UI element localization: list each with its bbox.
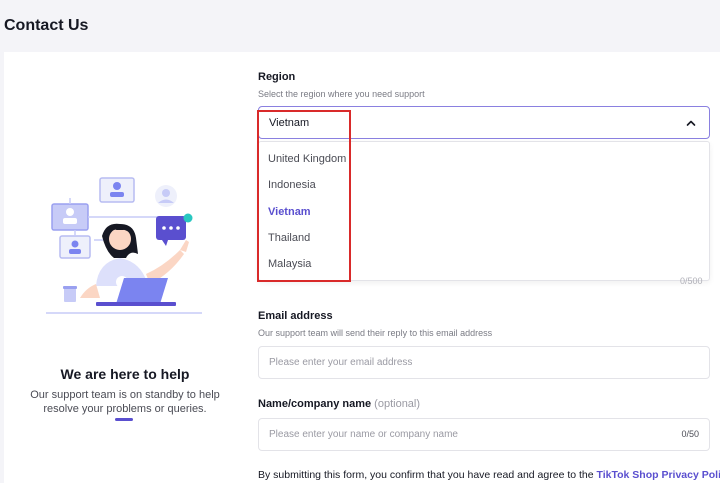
name-placeholder: Please enter your name or company name xyxy=(269,429,458,440)
region-option-malaysia[interactable]: Malaysia xyxy=(268,258,311,270)
consent-text: By submitting this form, you confirm tha… xyxy=(258,469,720,481)
name-optional-tag: (optional) xyxy=(374,398,421,410)
name-field[interactable]: Please enter your name or company name 0… xyxy=(258,418,710,451)
privacy-policy-link[interactable]: TikTok Shop Privacy Policy xyxy=(597,469,720,481)
region-select[interactable]: Vietnam xyxy=(258,106,710,139)
name-char-counter: 0/50 xyxy=(681,429,699,439)
page-title: Contact Us xyxy=(4,17,89,34)
region-option-thailand[interactable]: Thailand xyxy=(268,232,310,244)
coffee-cup-icon xyxy=(63,286,77,302)
description-counter: 0/500 xyxy=(680,276,703,286)
help-text: Our support team is on standby to help r… xyxy=(30,389,220,415)
region-selected-value: Vietnam xyxy=(269,117,310,129)
avatar-icon xyxy=(155,185,177,207)
help-title: We are here to help xyxy=(60,366,190,382)
email-placeholder: Please enter your email address xyxy=(269,357,413,368)
page-header: Contact Us xyxy=(0,0,720,52)
region-option-indonesia[interactable]: Indonesia xyxy=(268,179,316,191)
help-underline-decoration xyxy=(115,418,133,421)
support-illustration xyxy=(46,177,202,314)
email-label: Email address xyxy=(258,310,333,322)
region-sublabel: Select the region where you need support xyxy=(258,89,425,99)
region-label: Region xyxy=(258,71,296,83)
name-label-text: Name/company name xyxy=(258,398,372,410)
region-dropdown-list: United Kingdom Indonesia Vietnam Thailan… xyxy=(258,141,710,281)
email-field[interactable]: Please enter your email address xyxy=(258,346,710,379)
chevron-up-icon xyxy=(686,120,696,126)
region-option-vietnam[interactable]: Vietnam xyxy=(268,206,311,218)
name-label: Name/company name (optional) xyxy=(258,398,420,410)
consent-body: By submitting this form, you confirm tha… xyxy=(258,469,597,481)
email-sublabel: Our support team will send their reply t… xyxy=(258,328,493,338)
region-option-united-kingdom[interactable]: United Kingdom xyxy=(268,153,346,165)
